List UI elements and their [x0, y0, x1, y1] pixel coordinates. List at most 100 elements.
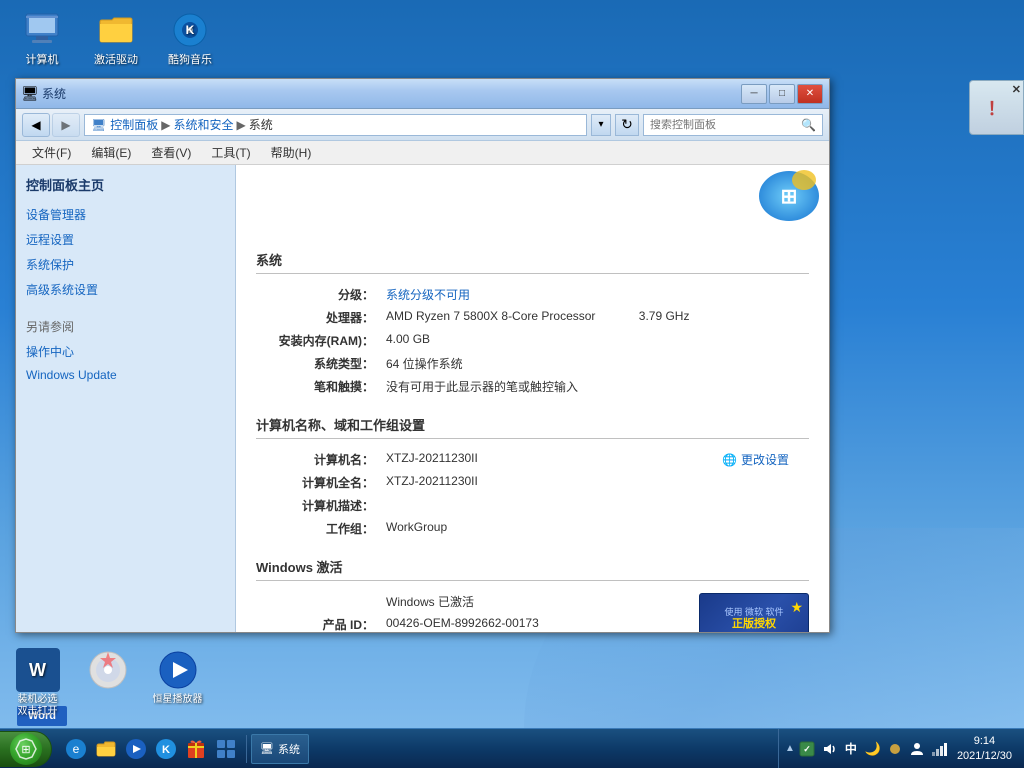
svg-text:e: e	[73, 742, 80, 756]
change-settings-label: 更改设置	[741, 451, 789, 468]
quick-launch: e K	[56, 735, 247, 763]
media-quick-icon[interactable]	[122, 735, 150, 763]
computer-fullname-row: 计算机全名： XTZJ-20211230II	[256, 474, 809, 491]
clock[interactable]: 9:14 2021/12/30	[951, 734, 1018, 763]
system-taskbar-icon: 🖥	[260, 742, 274, 755]
computer-name-label: 计算机名：	[256, 451, 386, 468]
workgroup-value: WorkGroup	[386, 520, 809, 534]
gift-quick-icon[interactable]	[182, 735, 210, 763]
search-icon[interactable]: 🔍	[801, 118, 816, 132]
address-dropdown[interactable]: ▾	[591, 114, 611, 136]
section-activation-title: Windows 激活	[256, 557, 809, 581]
system-taskbar-label: 系统	[278, 741, 300, 757]
menu-help[interactable]: 帮助(H)	[263, 142, 320, 163]
activate-desktop-icon[interactable]: 激活驱动	[84, 10, 148, 67]
computer-icon-image	[22, 10, 62, 50]
also-see-title: 另请参阅	[26, 318, 225, 335]
tray-network-icon[interactable]	[929, 739, 949, 759]
title-bar-left: 🖥 系统	[22, 85, 66, 102]
left-panel: 控制面板主页 设备管理器 远程设置 系统保护 高级系统设置 另请参阅 操作中心 …	[16, 165, 236, 632]
player-desktop-icon[interactable]: 恒星播放器	[145, 648, 210, 718]
taskbar: ⊞ e	[0, 728, 1024, 768]
advanced-settings-link[interactable]: 高级系统设置	[26, 281, 225, 298]
ie-close-icon[interactable]: ✕	[1012, 83, 1021, 96]
breadcrumb-home-icon: 🖥	[91, 118, 106, 132]
install-desktop-label: 装机必选双击打开	[5, 694, 70, 718]
player-icon-image	[156, 648, 200, 692]
menu-file[interactable]: 文件(F)	[24, 142, 79, 163]
product-id-value: 00426-OEM-8992662-00173	[386, 616, 674, 630]
system-protection-link[interactable]: 系统保护	[26, 256, 225, 273]
music-desktop-icon[interactable]: K 酷狗音乐	[158, 10, 222, 67]
address-path[interactable]: 🖥 控制面板 ▶ 系统和安全 ▶ 系统	[84, 114, 587, 136]
system-info-table: 分级： 系统分级不可用 处理器： AMD Ryzen 7 5800X 8-Cor…	[256, 286, 809, 395]
menu-view[interactable]: 查看(V)	[143, 142, 199, 163]
rating-value[interactable]: 系统分级不可用	[386, 286, 809, 303]
desktop-icons: 计算机 激活驱动 K 酷狗音乐	[10, 10, 222, 67]
menu-edit[interactable]: 编辑(E)	[83, 142, 139, 163]
minimize-button[interactable]: ─	[741, 84, 767, 104]
windows-update-link[interactable]: Windows Update	[26, 368, 225, 382]
install-desktop-icon[interactable]: W 装机必选双击打开	[5, 648, 70, 718]
maximize-button[interactable]: □	[769, 84, 795, 104]
computer-desc-row: 计算机描述：	[256, 497, 809, 514]
forward-button[interactable]: ▶	[52, 113, 80, 137]
system-taskbar-item[interactable]: 🖥 系统	[251, 734, 309, 764]
breadcrumb-security[interactable]: 系统和安全	[173, 116, 233, 133]
ie-exclamation: ！	[988, 95, 1006, 121]
ram-label: 安装内存(RAM)：	[256, 332, 386, 349]
product-id-label: 产品 ID：	[256, 616, 386, 632]
computer-info-table: 🌐 更改设置 计算机名： XTZJ-20211230II 计算机全名： XTZJ…	[256, 451, 809, 537]
explorer-quick-icon[interactable]	[92, 735, 120, 763]
change-settings-link[interactable]: 🌐 更改设置	[722, 451, 789, 468]
activation-badge-text: 正版授权	[732, 618, 776, 631]
rating-label: 分级：	[256, 286, 386, 303]
refresh-button[interactable]: ↻	[615, 114, 639, 136]
tray-icon-1[interactable]: ✓	[797, 739, 817, 759]
tray-arrow[interactable]: ▲	[785, 743, 795, 754]
start-button[interactable]: ⊞	[0, 731, 52, 767]
svg-text:K: K	[186, 23, 195, 37]
computer-fullname-label: 计算机全名：	[256, 474, 386, 491]
music-icon-image: K	[170, 10, 210, 50]
breadcrumb-control-panel[interactable]: 控制面板	[110, 116, 158, 133]
rating-row: 分级： 系统分级不可用	[256, 286, 809, 303]
desktop-icons-bottom: W 装机必选双击打开 恒星播放器	[0, 648, 215, 718]
breadcrumb-arrow-1: ▶	[161, 118, 170, 132]
ie-notification-bar[interactable]: ！ ✕	[969, 80, 1024, 135]
tray-moon-icon[interactable]: 🌙	[863, 739, 883, 759]
svg-text:K: K	[162, 744, 170, 756]
close-button[interactable]: ✕	[797, 84, 823, 104]
tray-dot-icon[interactable]	[885, 739, 905, 759]
os-type-row: 系统类型： 64 位操作系统	[256, 355, 809, 372]
remote-settings-link[interactable]: 远程设置	[26, 231, 225, 248]
svg-text:⊞: ⊞	[21, 744, 30, 756]
tray-ime-icon[interactable]: 中	[841, 739, 861, 759]
window-title: 系统	[42, 85, 66, 102]
cpu-label: 处理器：	[256, 309, 386, 326]
device-manager-link[interactable]: 设备管理器	[26, 206, 225, 223]
dvd-desktop-icon[interactable]	[75, 648, 140, 718]
activation-star-icon: ★	[790, 599, 803, 616]
grid-quick-icon[interactable]	[212, 735, 240, 763]
search-input[interactable]	[650, 119, 801, 131]
workgroup-label: 工作组：	[256, 520, 386, 537]
tray-icon-volume[interactable]	[819, 739, 839, 759]
music-desktop-label: 酷狗音乐	[158, 54, 222, 67]
cpu-speed: 3.79 GHz	[639, 309, 690, 323]
kugou-quick-icon[interactable]: K	[152, 735, 180, 763]
tray-user-icon[interactable]	[907, 739, 927, 759]
back-button[interactable]: ◀	[22, 113, 50, 137]
svg-text:⊞: ⊞	[781, 186, 798, 208]
player-desktop-label: 恒星播放器	[145, 694, 210, 706]
search-box: 🔍	[643, 114, 823, 136]
os-type-value: 64 位操作系统	[386, 355, 809, 372]
action-center-link[interactable]: 操作中心	[26, 343, 225, 360]
ie-quick-icon[interactable]: e	[62, 735, 90, 763]
computer-desktop-icon[interactable]: 计算机	[10, 10, 74, 67]
breadcrumb-current: 系统	[249, 116, 273, 133]
right-panel: ⊞ 系统 分级： 系统分级不可用 处理器：	[236, 165, 829, 632]
cpu-value: AMD Ryzen 7 5800X 8-Core Processor 3.79 …	[386, 309, 809, 323]
ram-row: 安装内存(RAM)： 4.00 GB	[256, 332, 809, 349]
menu-tools[interactable]: 工具(T)	[203, 142, 258, 163]
